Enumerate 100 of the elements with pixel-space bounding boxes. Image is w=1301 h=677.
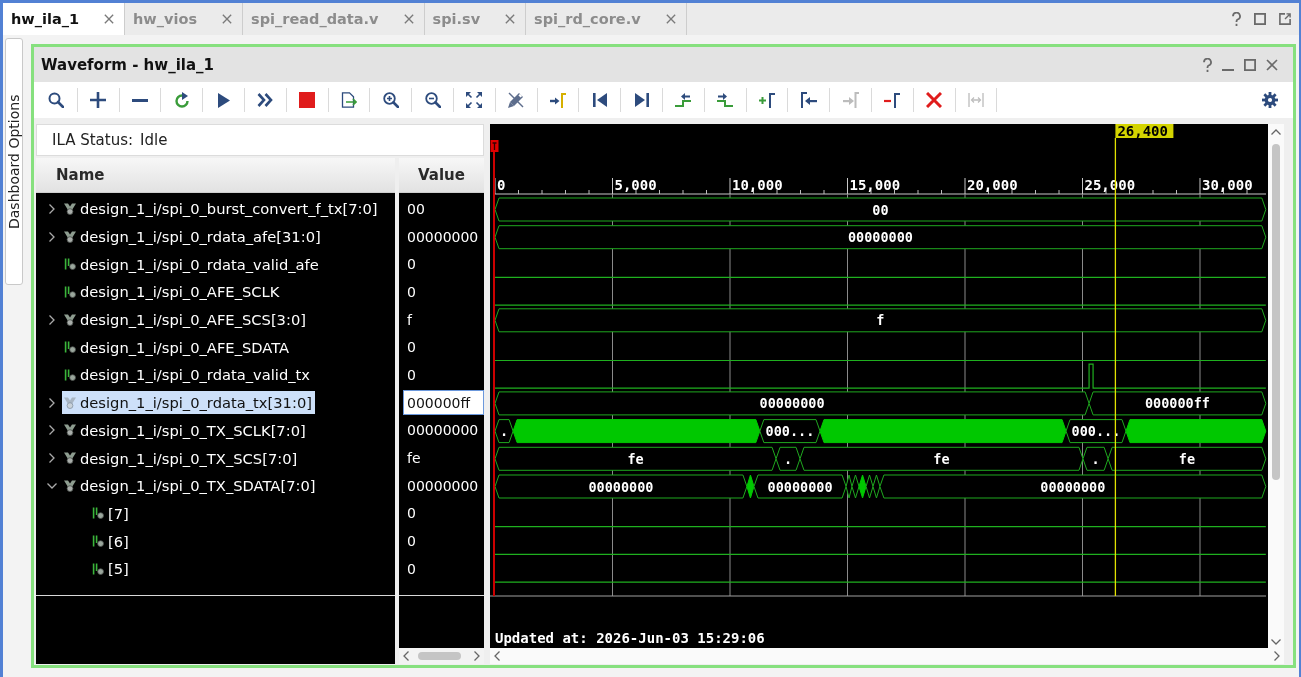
bus-segment: 00 <box>494 197 1267 222</box>
span-arrows-icon <box>967 93 984 107</box>
signal-name[interactable]: design_1_i/spi_0_rdata_tx[31:0] <box>80 394 312 412</box>
signal-name[interactable]: design_1_i/spi_0_burst_convert_f_tx[7:0] <box>80 200 378 218</box>
bus-icon <box>64 452 76 465</box>
chevron-right-icon[interactable] <box>474 651 480 661</box>
signal-value: 00 <box>406 200 426 217</box>
bit-icon <box>64 341 76 354</box>
bit-icon <box>92 507 104 520</box>
chevron-left-icon[interactable] <box>403 651 409 661</box>
signal-value: 0 <box>406 533 417 550</box>
chevron-right-icon[interactable] <box>1274 651 1280 661</box>
bus-segment: 00000000 <box>494 391 1090 416</box>
close-icon[interactable] <box>403 14 414 24</box>
bit-icon <box>64 258 76 271</box>
bus-segment <box>851 474 860 499</box>
bus-icon <box>64 424 76 437</box>
skip-end-icon <box>634 93 649 107</box>
row-highlight[interactable]: design_1_i/spi_0_rdata_tx[31:0] <box>62 391 315 415</box>
signal-value: 0 <box>406 339 417 356</box>
double-chevron-icon <box>257 93 274 107</box>
signal-name[interactable]: design_1_i/spi_0_TX_SDATA[7:0] <box>80 477 316 495</box>
chevron-right-icon[interactable] <box>48 231 55 242</box>
bit-icon <box>64 285 76 298</box>
bracket-arrow-left-icon <box>800 92 817 108</box>
signal-value: 0 <box>406 283 417 300</box>
maximize-icon[interactable] <box>1254 13 1266 25</box>
signal-name[interactable]: design_1_i/spi_0_rdata_afe[31:0] <box>80 228 321 246</box>
signal-value: 000000ff <box>403 390 484 416</box>
chevron-right-icon[interactable] <box>48 397 55 408</box>
scrollbar-thumb[interactable] <box>418 652 461 660</box>
bus-segment: 000... <box>759 419 821 444</box>
plus-bracket-icon <box>758 92 775 108</box>
float-window-icon[interactable] <box>1279 13 1291 25</box>
trigger-marker-icon <box>490 140 499 152</box>
signal-name[interactable]: design_1_i/spi_0_TX_SCS[7:0] <box>80 449 298 467</box>
column-header: Value <box>399 158 484 193</box>
close-icon[interactable] <box>505 14 516 24</box>
bus-segment: 000000ff <box>1088 391 1267 416</box>
signal-value: fe <box>406 450 422 467</box>
bit-icon <box>64 368 76 381</box>
status-label: ILA Status: <box>52 131 133 149</box>
signal-name[interactable]: design_1_i/spi_0_rdata_valid_tx <box>80 366 311 384</box>
signal-name[interactable]: [6] <box>108 532 129 550</box>
signal-name[interactable]: [5] <box>108 560 129 578</box>
chevron-down-icon[interactable] <box>1271 639 1281 645</box>
chevron-right-icon[interactable] <box>48 425 55 436</box>
close-icon[interactable] <box>222 14 233 24</box>
close-icon[interactable] <box>104 14 115 24</box>
bit-icon <box>92 562 104 575</box>
chevron-left-icon[interactable] <box>494 651 500 661</box>
close-icon[interactable] <box>665 14 676 24</box>
crossed-out-pencil-icon <box>508 92 525 108</box>
time-tick-label: 20,000 <box>967 177 1018 193</box>
delete-icon <box>926 92 943 108</box>
bus-segment: . <box>775 446 801 471</box>
signal-name[interactable]: design_1_i/spi_0_TX_SCLK[7:0] <box>80 421 306 439</box>
bus-segment <box>872 474 881 499</box>
edge-arrow-right-icon <box>717 93 734 107</box>
bus-segment: . <box>1082 446 1109 471</box>
bus-icon <box>64 230 76 243</box>
signal-value: 0 <box>406 366 417 383</box>
signal-value: 0 <box>406 256 417 273</box>
time-tick-label: 15,000 <box>849 177 901 193</box>
chevron-right-icon[interactable] <box>48 203 55 214</box>
stop-icon <box>299 92 316 108</box>
cursor-time-label: 26,400 <box>1115 124 1174 139</box>
time-tick-label: 10,000 <box>732 177 783 193</box>
signal-name[interactable]: [7] <box>108 504 129 522</box>
chevron-right-icon[interactable] <box>48 453 55 464</box>
update-time-text: Updated at: 2026-Jun-03 15:29:06 <box>495 630 765 646</box>
close-icon[interactable] <box>1266 58 1278 71</box>
signal-value: 00000000 <box>406 228 480 245</box>
bus-icon <box>64 202 76 215</box>
chevron-up-icon[interactable] <box>1271 129 1281 135</box>
signal-value: 0 <box>406 505 417 522</box>
side-panel-tab[interactable]: Dashboard Options <box>5 38 23 285</box>
dense-segment <box>746 474 755 499</box>
chevron-down-icon[interactable] <box>46 482 57 489</box>
play-icon <box>217 92 230 108</box>
bit-icon <box>92 535 104 548</box>
signal-name[interactable]: design_1_i/spi_0_rdata_valid_afe <box>80 255 319 273</box>
circular-arrow-icon <box>173 92 190 108</box>
edge-arrow-left-icon <box>675 93 692 107</box>
signal-name[interactable]: design_1_i/spi_0_AFE_SCS[3:0] <box>80 311 306 329</box>
minus-icon <box>132 98 148 102</box>
minimize-icon[interactable] <box>1222 68 1234 71</box>
chevron-right-icon[interactable] <box>48 314 55 325</box>
editor-tab[interactable]: hw_ila_1 <box>3 3 126 35</box>
help-icon[interactable] <box>1203 57 1212 72</box>
bus-icon <box>64 479 76 492</box>
minus-bracket-icon <box>884 92 901 108</box>
maximize-icon[interactable] <box>1244 58 1256 71</box>
signal-name[interactable]: design_1_i/spi_0_AFE_SCLK <box>80 283 280 301</box>
signal-value: 00000000 <box>406 477 480 494</box>
help-icon[interactable] <box>1232 12 1241 26</box>
panel-title: Waveform - hw_ila_1 <box>41 55 214 74</box>
signal-name[interactable]: design_1_i/spi_0_AFE_SDATA <box>80 338 290 356</box>
corner-arrows-icon <box>466 92 483 108</box>
scrollbar-thumb[interactable] <box>1272 144 1280 480</box>
